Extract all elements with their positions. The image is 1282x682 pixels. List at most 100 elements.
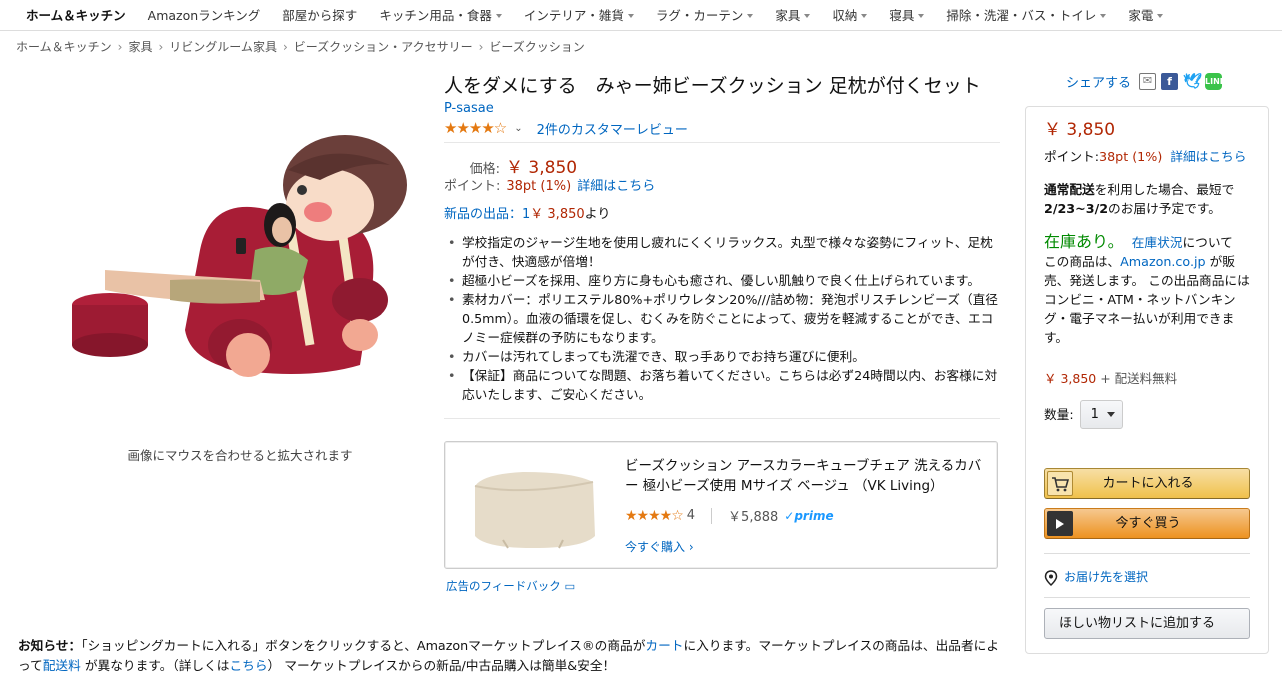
nav-divider — [0, 30, 1282, 31]
quantity-select[interactable]: 1 — [1079, 400, 1123, 429]
nav-item-rugs[interactable]: ラグ・カーテン — [656, 5, 754, 24]
divider — [1044, 553, 1250, 554]
breadcrumb-item[interactable]: リビングルーム家具 — [169, 40, 277, 54]
points-value: 38pt (1%) — [1099, 149, 1163, 164]
product-image[interactable] — [60, 130, 420, 390]
twitter-icon[interactable]: 🕊 — [1183, 73, 1202, 90]
breadcrumb-item[interactable]: ホーム＆キッチン — [16, 40, 112, 54]
details-link[interactable]: こちら — [229, 658, 267, 673]
delivery-address[interactable]: お届け先を選択 — [1044, 568, 1148, 587]
share-bar: シェアする ✉ f 🕊 LINE — [1066, 72, 1225, 92]
seller-link[interactable]: Amazon.co.jp — [1120, 254, 1205, 269]
star-rating-icon[interactable]: ★★★★☆ — [444, 119, 507, 137]
delivery-suffix: のお届け予定です。 — [1108, 201, 1221, 216]
feature-bullets: 学校指定のジャージ生地を使用し疲れにくくリラックス。丸型で様々な姿勢にフィット、… — [444, 233, 1000, 404]
nav-item-kitchen[interactable]: キッチン用品・食器 — [379, 5, 502, 24]
chevron-down-icon — [861, 14, 868, 18]
points-detail-link[interactable]: 詳細はこちら — [577, 175, 655, 194]
breadcrumb-item[interactable]: 家具 — [128, 40, 152, 54]
ad-product-image[interactable] — [463, 456, 603, 556]
divider — [711, 507, 713, 524]
nav-item-label: 寝具 — [889, 7, 915, 23]
feature-bullet: 学校指定のジャージ生地を使用し疲れにくくリラックス。丸型で様々な姿勢にフィット、… — [448, 233, 1000, 271]
chevron-down-icon — [804, 14, 811, 18]
stock-status-link[interactable]: 在庫状況 — [1132, 235, 1183, 250]
rating-row: ★★★★☆ ⌄ 2件のカスタマーレビュー — [444, 118, 1000, 138]
divider — [444, 142, 1000, 143]
feature-bullet: 素材カバー：ポリエステル80%+ポリウレタン20%///詰め物：発泡ポリスチレン… — [448, 290, 1000, 347]
cart-icon — [1047, 471, 1073, 496]
buy-now-button[interactable]: 今すぐ買う — [1044, 508, 1250, 539]
prime-badge: ✓prime — [784, 508, 834, 523]
quantity-value: 1 — [1090, 407, 1099, 422]
chevron-down-icon — [1106, 412, 1115, 417]
buy-box: ￥ 3,850 ポイント:38pt (1%) 詳細はこちら 通常配送を利用した場… — [1025, 106, 1269, 654]
nav-item-storage[interactable]: 収納 — [832, 5, 868, 24]
breadcrumb-item[interactable]: ビーズクッション・アクセサリー — [294, 40, 473, 54]
breadcrumb-separator: › — [282, 40, 288, 54]
sponsored-product-card[interactable]: ビーズクッション アースカラーキューブチェア 洗えるカバー 極小ビーズ使用 Mサ… — [444, 441, 998, 569]
delivery-type: 通常配送 — [1044, 182, 1095, 197]
delivery-info: 通常配送を利用した場合、最短で 2/23~3/2のお届け予定です。 — [1044, 180, 1250, 218]
buybox-price: ￥ 3,850 — [1044, 120, 1116, 140]
nav-item-furniture[interactable]: 家具 — [775, 5, 811, 24]
select-address-link[interactable]: お届け先を選択 — [1064, 568, 1148, 587]
chevron-down-icon — [495, 14, 502, 18]
points-label: ポイント: — [1044, 149, 1100, 164]
share-link[interactable]: シェアする — [1066, 72, 1131, 91]
new-offers-link[interactable]: 新品の出品：1 — [444, 207, 530, 222]
seller-text: この商品は、 — [1044, 254, 1121, 269]
ad-buy-now-link[interactable]: 今すぐ購入 › — [625, 538, 694, 555]
line-icon[interactable]: LINE — [1205, 73, 1225, 90]
nav-item-interior[interactable]: インテリア・雑貨 — [524, 5, 634, 24]
nav-item-label: 家具 — [775, 7, 801, 23]
nav-item-label: Amazonランキング — [147, 7, 261, 23]
stock-status-suffix: について — [1182, 235, 1233, 250]
star-rating-icon: ★★★★☆ — [625, 507, 684, 524]
facebook-icon[interactable]: f — [1161, 73, 1179, 90]
email-icon[interactable]: ✉ — [1139, 73, 1157, 90]
ad-product-title[interactable]: ビーズクッション アースカラーキューブチェア 洗えるカバー 極小ビーズ使用 Mサ… — [625, 456, 985, 496]
add-to-cart-button[interactable]: カートに入れる — [1044, 468, 1250, 499]
notice-label: お知らせ： — [18, 638, 82, 653]
points-label: ポイント: — [444, 179, 501, 194]
chevron-down-icon — [627, 14, 634, 18]
brand-link[interactable]: P-sasae — [444, 101, 494, 116]
delivery-text: を利用した場合、最短で — [1094, 182, 1235, 197]
nav-item-rooms[interactable]: 部屋から探す — [282, 5, 357, 24]
total-price-value: ￥ 3,850 — [1044, 371, 1097, 386]
breadcrumb-item[interactable]: ビーズクッション — [489, 40, 584, 54]
nav-item-bedding[interactable]: 寝具 — [889, 5, 925, 24]
chevron-down-icon[interactable]: ⌄ — [514, 123, 522, 134]
nav-item-ranking[interactable]: Amazonランキング — [148, 5, 261, 24]
product-title: 人をダメにする みゃー姉ビーズクッション 足枕が付くセット — [444, 75, 981, 97]
zoom-hint: 画像にマウスを合わせると拡大されます — [127, 448, 353, 463]
bean-cushion-illustration — [72, 135, 407, 377]
price-block: 価格: ￥ 3,850 ポイント: 38pt (1%) 詳細はこちら — [444, 153, 1000, 197]
new-offers-price: ￥ 3,850 — [530, 207, 585, 222]
nav-item-appliances[interactable]: 家電 — [1128, 5, 1164, 24]
buybox-points: ポイント:38pt (1%) 詳細はこちら — [1044, 147, 1250, 166]
nav-item-label: キッチン用品・食器 — [379, 7, 492, 23]
total-price: ￥ 3,850 + 配送料無料 — [1044, 369, 1250, 388]
nav-item-label: インテリア・雑貨 — [523, 7, 624, 23]
nav-item-label: 部屋から探す — [282, 7, 358, 23]
points-detail-link[interactable]: 詳細はこちら — [1170, 149, 1246, 164]
chevron-down-icon — [747, 14, 754, 18]
reviews-link[interactable]: 2件のカスタマーレビュー — [537, 119, 688, 138]
add-to-cart-label: カートに入れる — [1102, 476, 1194, 491]
shipping-link[interactable]: 配送料 — [43, 658, 81, 673]
breadcrumb-separator: › — [158, 40, 164, 54]
chevron-down-icon — [1157, 14, 1164, 18]
nav-item-home-kitchen[interactable]: ホーム＆キッチン — [26, 5, 126, 24]
nav-item-label: 収納 — [832, 7, 858, 23]
ad-feedback-link[interactable]: 広告のフィードバック ▭ — [446, 578, 575, 594]
cart-link[interactable]: カート — [645, 638, 683, 653]
add-to-wishlist-button[interactable]: ほしい物リストに追加する — [1044, 608, 1250, 639]
new-offers-suffix: より — [584, 207, 611, 222]
nav-item-cleaning[interactable]: 掃除・洗濯・バス・トイレ — [946, 5, 1107, 24]
chevron-down-icon — [1100, 14, 1107, 18]
product-details: 人をダメにする みゃー姉ビーズクッション 足枕が付くセット P-sasae ★★… — [444, 72, 1000, 419]
speech-bubble-icon: ▭ — [564, 579, 576, 593]
wishlist-label: ほしい物リストに追加する — [1059, 616, 1216, 631]
